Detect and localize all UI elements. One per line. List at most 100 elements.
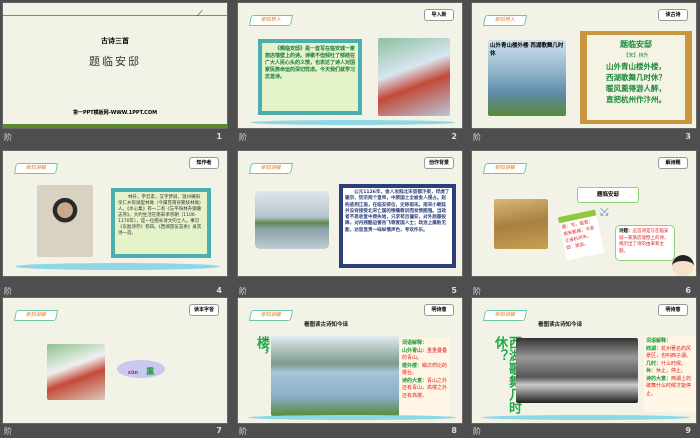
left-note: 题：写。临安：南宋都城，今浙江省杭州市。邸：旅店。 [557,209,605,261]
section-badge: 读古诗 [658,9,688,21]
character-text: 熏 [146,367,155,376]
slide-number: 6 [685,286,691,295]
slide-transition-icon: 阶 [473,133,481,142]
author-portrait [37,185,93,257]
section-tag: 新知导入 [483,15,527,26]
section-badge: 导入新 [424,9,454,21]
stage-photo [516,338,638,403]
illustration-image [378,38,450,116]
top-line [3,15,227,16]
slide-heading: 看图读古诗知今译 [304,322,349,328]
text-scroll: 林升，字云友，又字梦屏，温州横阳亲仁乡荪湖里林坳（今属苍南县繁枝林坳）人。《水心… [111,188,211,258]
wave-decoration [15,263,220,270]
pinyin-text: xūn [127,370,139,376]
slide-thumbnail-1[interactable]: ⟋ 古诗三首 题临安邸 第一PPT模板网-WWW.1PPT.COM [2,2,228,129]
slide-heading: 看图读古诗知今译 [538,322,583,328]
right-note-label: 诗题： [619,229,633,234]
poem-title: 题临安邸 [620,40,652,49]
section-badge: 读本字音 [189,304,219,316]
slide-thumbnail-6[interactable]: 新知讲解 解诗题 题临安邸 ⤩ 题：写。临安：南宋都城，今浙江省杭州市。邸：旅店… [471,150,697,277]
slide-number: 7 [216,426,222,435]
slide-label-7: 阶7 [2,426,228,438]
slide-number: 3 [685,132,691,141]
notes-box: 词语解释： 西湖：杭州著名的风景区，也叫西子湖。 几时：什么时候。 休：休止，停… [644,336,696,412]
background-text: 公元1126年，金人攻陷北宋首都汴梁，俘虏了徽宗、钦宗两个皇帝，中原国土全被金人… [343,188,452,264]
slide-number: 9 [685,426,691,435]
slide-number: 1 [216,132,222,141]
slide-thumbnail-9[interactable]: 新知讲解 明诗意 看图读古诗知今译 西湖歌舞几时休？ 词语解释： 西湖：杭州著名… [471,297,697,424]
slide-number: 2 [451,132,457,141]
slide-thumbnail-2[interactable]: 新知导入 导入新 《题临安邸》是一首写在临安城一家旅店墙壁上的诗。诗歌不但倾吐了… [237,2,463,129]
slide-label-1: 阶1 [2,132,228,144]
right-note-box: 诗题：这首诗是写在临安城一家旅店墙壁上的诗，揭示出了诗的由来和主题。 [615,225,675,261]
note-value: 休止，停止。 [656,368,687,374]
slide-thumbnail-5[interactable]: 新知讲解 创作背景 公元1126年，金人攻陷北宋首都汴梁，俘虏了徽宗、钦宗两个皇… [237,150,463,277]
clipboard: 公元1126年，金人攻陷北宋首都汴梁，俘虏了徽宗、钦宗两个皇帝，中原国土全被金人… [339,184,456,268]
slide-footer: 第一PPT模板网-WWW.1PPT.COM [72,110,158,116]
bird-icon: ⟋ [197,9,203,18]
bottom-bar [3,124,227,128]
slide-transition-icon: 阶 [239,287,247,296]
section-badge: 明诗意 [658,304,688,316]
slide-number: 5 [451,286,457,295]
cartoon-boy-icon [672,255,694,276]
slide-transition-icon: 阶 [239,427,247,436]
poem-scroll: 题临安邸 【宋】林升 山外青山楼外楼， 西湖歌舞几时休？ 暖风熏得游人醉， 直把… [580,31,692,124]
illustration-image [47,344,105,400]
note-key: 诗的大意： [646,375,672,382]
poem-line: 直把杭州作汴州。 [606,95,666,104]
slide-number: 8 [451,426,457,435]
section-badge: 解诗题 [658,157,688,169]
section-badge: 创作背景 [424,157,454,169]
note-key: 山外青山： [402,347,428,354]
wave-decoration [248,415,456,420]
slide-transition-icon: 阶 [239,133,247,142]
slide-transition-icon: 阶 [4,287,12,296]
slide-thumbnail-8[interactable]: 新知讲解 明诗意 看图读古诗知今译 山外青山楼外楼， 词语解释： 山外青山：重重… [237,297,463,424]
slide-subtitle: 古诗三首 [101,37,129,45]
slide-number: 4 [216,286,222,295]
slide-thumbnail-3[interactable]: 新知导入 读古诗 山外青山楼外楼 西湖歌舞几时休 题临安邸 【宋】林升 山外青山… [471,2,697,129]
wave-decoration [250,120,455,125]
note-key: 西湖： [646,345,662,352]
slide-transition-icon: 阶 [473,427,481,436]
slide-title: 题临安邸 [89,55,141,68]
section-badge: 知作者 [189,157,219,169]
author-text: 林升，字云友，又字梦屏，温州横阳亲仁乡荪湖里林坳（今属苍南县繁枝林坳）人。《水心… [115,192,207,254]
slide-label-8: 阶8 [237,426,463,438]
poem-author: 【宋】林升 [623,53,649,59]
landscape-image [271,336,399,416]
note-key: 几时： [646,360,662,367]
text-scroll: 《题临安邸》是一首写在临安城一家旅店墙壁上的诗。诗歌不但倾吐了郁结在广大人民心头… [258,39,362,115]
section-tag: 新知讲解 [249,310,293,321]
image-caption: 山外青山楼外楼 西湖歌舞几时休 [490,43,564,57]
intro-text: 《题临安邸》是一首写在临安城一家旅店墙壁上的诗。诗歌不但倾吐了郁结在广大人民心头… [262,43,358,111]
pinyin-cloud: xūn 熏 [117,360,165,378]
section-tag: 新知讲解 [14,163,58,174]
section-tag: 新知讲解 [483,310,527,321]
section-tag: 新知讲解 [483,163,527,174]
note-key: 休： [646,368,657,374]
poem-line: 西湖歌舞几时休？ [606,73,666,82]
landscape-image: 山外青山楼外楼 西湖歌舞几时休 [488,40,566,116]
slide-label-9: 阶9 [471,426,697,438]
note-key: 楼外楼： [402,362,423,369]
slide-thumbnail-7[interactable]: 新知讲解 读本字音 xūn 熏 [2,297,228,424]
note-key: 诗的大意： [402,377,428,384]
note-key: 词语解释： [402,340,428,346]
slide-thumbnail-4[interactable]: 新知讲解 知作者 林升，字云友，又字梦屏，温州横阳亲仁乡荪湖里林坳（今属苍南县繁… [2,150,228,277]
note-key: 词语解释： [646,338,672,344]
slide-label-3: 阶3 [471,132,697,144]
section-tag: 新知讲解 [14,310,58,321]
arrows-icon: ⤩ [600,205,609,218]
note-value: 什么时候。 [661,360,687,367]
painting-image [494,199,548,249]
slide-transition-icon: 阶 [4,133,12,142]
center-title-box: 题临安邸 [577,187,639,203]
slide-transition-icon: 阶 [4,427,12,436]
slide-label-2: 阶2 [237,132,463,144]
section-badge: 明诗意 [424,304,454,316]
west-lake-photo [255,191,329,249]
poem-line: 暖风熏得游人醉， [606,84,666,93]
notes-box: 词语解释： 山外青山：重重叠叠的青山。 楼外楼：鳞次栉比的楼台。 诗的大意：青山… [400,338,450,416]
